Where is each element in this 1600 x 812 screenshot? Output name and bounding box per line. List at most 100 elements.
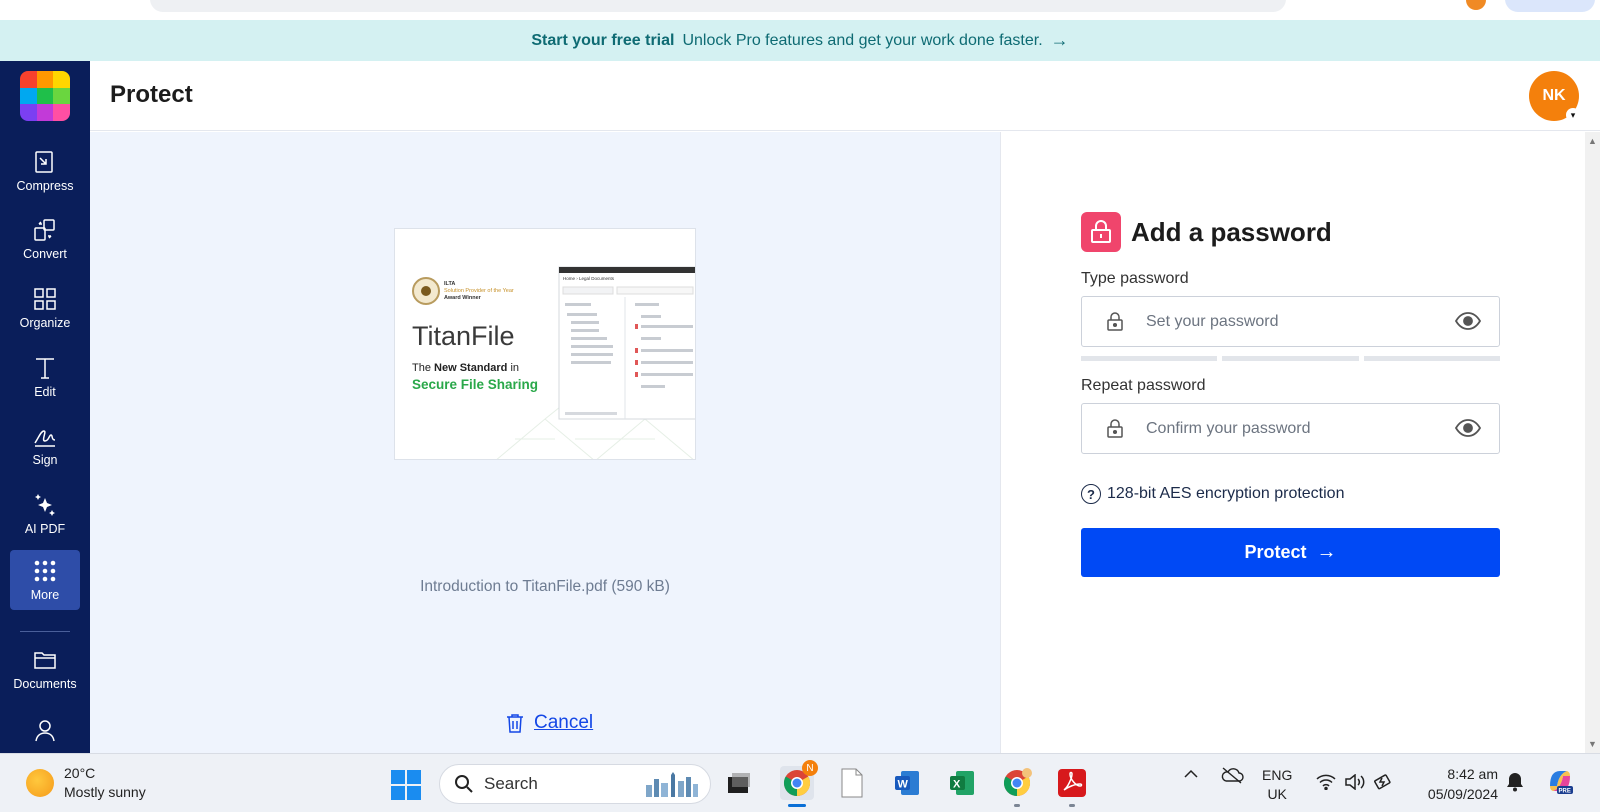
sidebar-item-label: AI PDF (24, 522, 66, 536)
grid-dots-icon (34, 560, 56, 582)
sidebar-item-ai-pdf[interactable]: AI PDF (10, 484, 80, 544)
sidebar-divider (20, 631, 70, 632)
volume-icon[interactable] (1344, 773, 1366, 793)
scroll-down-icon[interactable]: ▼ (1588, 739, 1597, 749)
weather-condition: Mostly sunny (64, 784, 146, 800)
active-app-indicator (788, 804, 806, 807)
eye-icon[interactable] (1455, 418, 1481, 438)
browser-toolbar-remnant (0, 0, 1600, 20)
app-running-indicator (1069, 804, 1075, 807)
encryption-info[interactable]: ? 128-bit AES encryption protection (1081, 484, 1344, 504)
keyboard-region: UK (1267, 786, 1287, 802)
logo-square (20, 87, 37, 105)
sidebar-item-account[interactable] (10, 711, 80, 753)
thumb-window-title: Home › Legal Documents (563, 276, 615, 281)
thumb-brand: TitanFile (412, 321, 515, 351)
password-strength-meter (1081, 356, 1500, 361)
sidebar-item-label: Documents (13, 677, 77, 691)
page-scrollbar[interactable]: ▲ ▼ (1585, 132, 1600, 753)
sidebar-item-edit[interactable]: Edit (10, 347, 80, 407)
city-skyline-icon (646, 772, 698, 797)
word-app-icon[interactable]: W (890, 766, 924, 800)
password-heading-text: Add a password (1131, 216, 1332, 247)
taskbar-search[interactable]: Search (439, 764, 711, 804)
file-preview-area: ILTA Solution Provider of the Year Award… (90, 132, 1000, 753)
weather-widget[interactable]: 20°C Mostly sunny (26, 764, 146, 802)
file-name-caption: Introduction to TitanFile.pdf (590 kB) (420, 578, 670, 595)
password-field[interactable] (1081, 296, 1500, 347)
lock-icon (1081, 212, 1121, 252)
sign-icon (34, 430, 56, 447)
strength-segment (1081, 356, 1218, 361)
language-indicator[interactable]: ENG UK (1262, 766, 1292, 804)
sidebar-item-label: Sign (32, 453, 58, 467)
trial-banner[interactable]: Start your free trial Unlock Pro feature… (0, 20, 1600, 61)
taskbar-search-label: Search (484, 774, 538, 793)
file-icon[interactable] (835, 766, 869, 800)
sidebar-item-convert[interactable]: Convert (10, 209, 80, 269)
confirm-password-field[interactable] (1081, 403, 1500, 454)
logo-square (53, 71, 70, 88)
taskbar-clock[interactable]: 8:42 am 05/09/2024 (1413, 764, 1498, 804)
scroll-up-icon[interactable]: ▲ (1588, 136, 1597, 146)
page-header: Protect NK ▾ (90, 61, 1600, 131)
address-bar[interactable] (150, 0, 1286, 12)
cancel-button[interactable]: Cancel (504, 712, 593, 734)
sidebar-item-more[interactable]: More (10, 550, 80, 610)
strength-segment (1222, 356, 1359, 361)
windows-taskbar: 20°C Mostly sunny Search N W X ENG UK 8:… (0, 753, 1600, 812)
trial-banner-cta[interactable]: Start your free trial (531, 32, 674, 50)
onedrive-offline-icon[interactable] (1220, 766, 1244, 787)
compress-icon (35, 151, 53, 173)
chevron-up-icon[interactable] (1183, 766, 1199, 785)
encryption-info-text: 128-bit AES encryption protection (1107, 485, 1345, 502)
notification-bell-icon[interactable] (1506, 772, 1524, 795)
acrobat-app-icon[interactable] (1055, 766, 1089, 800)
convert-icon (34, 219, 55, 241)
chevron-down-icon[interactable]: ▾ (1566, 108, 1580, 122)
copilot-icon[interactable]: PRE (1545, 766, 1575, 799)
logo-square (53, 87, 70, 105)
language-code: ENG (1262, 767, 1293, 783)
trash-icon (507, 714, 523, 733)
logo-square (20, 71, 37, 88)
password-panel: Add a password Type password Repeat pass… (1000, 132, 1585, 753)
arrow-right-icon: → (1050, 30, 1069, 50)
chrome-profile-app-icon[interactable] (1000, 766, 1034, 800)
cancel-label[interactable]: Cancel (534, 712, 593, 734)
thumb-badge-line1: ILTA (444, 281, 455, 287)
sidebar-item-label: Compress (16, 179, 74, 193)
app-logo-icon[interactable] (20, 71, 70, 121)
lock-icon (1107, 419, 1123, 438)
password-input[interactable] (1146, 309, 1436, 335)
battery-charging-icon[interactable] (1373, 772, 1393, 795)
wifi-icon[interactable] (1316, 774, 1336, 793)
svg-text:X: X (953, 779, 961, 791)
eye-icon[interactable] (1455, 311, 1481, 331)
trial-banner-text: Unlock Pro features and get your work do… (682, 31, 1043, 49)
excel-app-icon[interactable]: X (945, 766, 979, 800)
type-password-label: Type password (1081, 270, 1189, 287)
sidebar-item-organize[interactable]: Organize (10, 278, 80, 338)
strength-segment (1363, 356, 1500, 361)
chrome-app-icon[interactable]: N (780, 760, 818, 800)
sidebar-item-documents[interactable]: Documents (10, 639, 80, 699)
thumb-badge-line2: Solution Provider of the Year (444, 288, 514, 294)
app-running-indicator (1014, 804, 1020, 807)
thumbnail-graphic: ILTA Solution Provider of the Year Award… (412, 266, 695, 459)
task-view-icon[interactable] (722, 766, 756, 800)
help-icon[interactable]: ? (1081, 484, 1101, 504)
sidebar: Compress Convert Organize Edit Sign AI P… (0, 61, 90, 753)
password-heading: Add a password (1081, 212, 1332, 252)
protect-button[interactable]: Protect → (1081, 528, 1500, 577)
browser-action-button[interactable] (1505, 0, 1595, 12)
partly-sunny-icon (26, 769, 54, 797)
svg-text:PRE: PRE (1559, 789, 1571, 795)
protect-button-label: Protect (1244, 542, 1307, 562)
extension-icon[interactable] (1466, 0, 1486, 10)
windows-start-icon[interactable] (391, 770, 421, 800)
confirm-password-input[interactable] (1146, 416, 1436, 442)
sidebar-item-compress[interactable]: Compress (10, 141, 80, 201)
sidebar-item-label: Organize (19, 316, 71, 330)
sidebar-item-sign[interactable]: Sign (10, 415, 80, 475)
